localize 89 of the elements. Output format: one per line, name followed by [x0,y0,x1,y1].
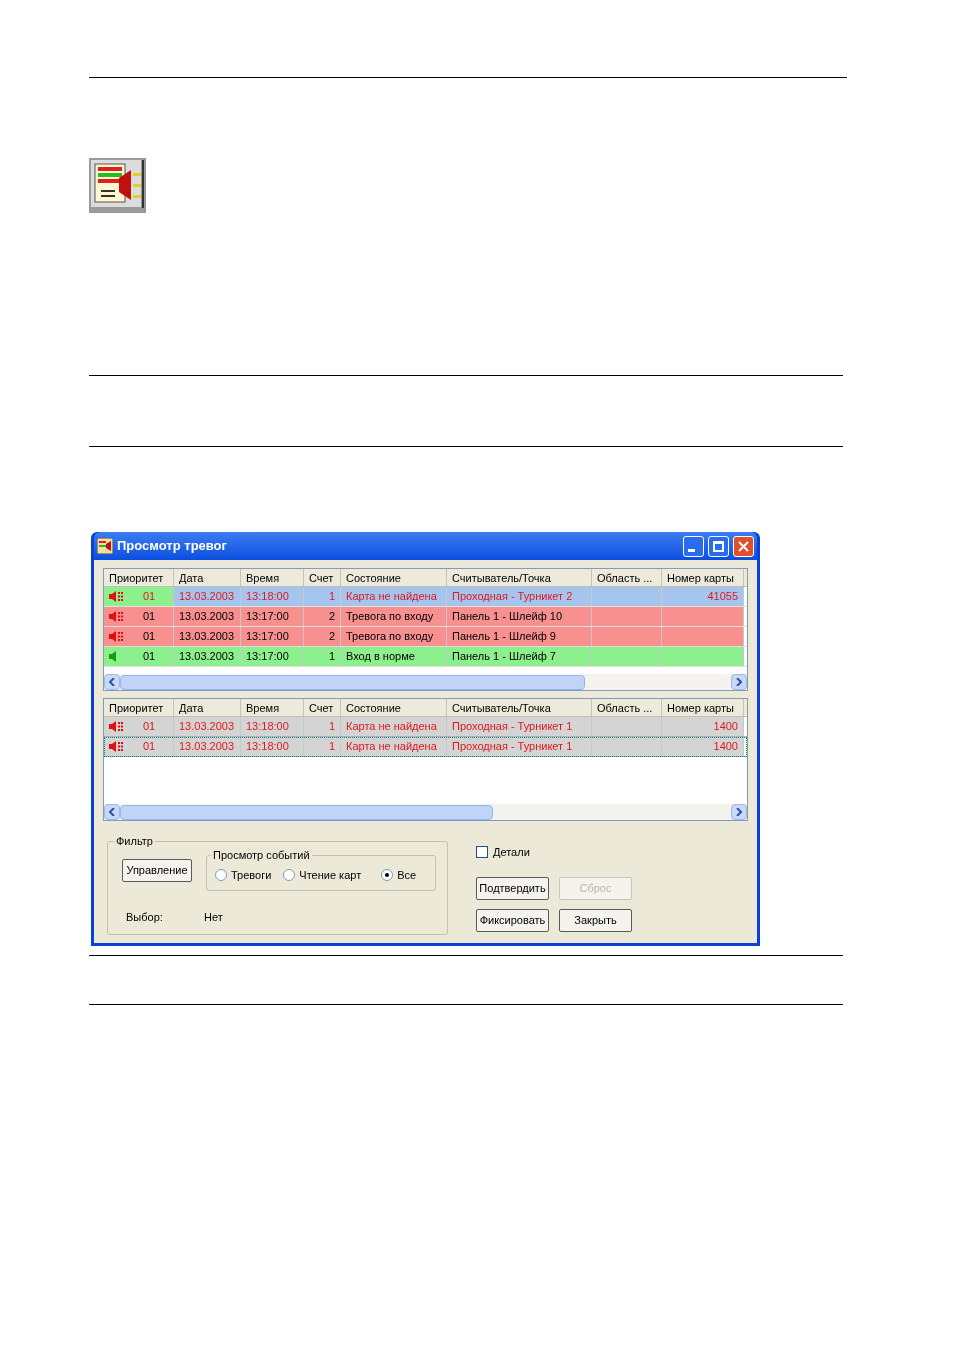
table-cell-text: 01 [143,649,156,665]
table-cell-text: Тревога по входу [346,609,434,625]
table-cell-text: 1400 [713,739,738,755]
table-cell-text: Карта не найдена [346,719,437,735]
column-header[interactable]: Область ... [592,569,662,586]
table-row[interactable]: 01 13.03.2003 13:17:00 2 Тревога по входу Панель 1 - Шлейф 9 [104,627,747,647]
scroll-left-icon[interactable] [104,674,120,690]
table-cell-text: 1 [328,589,335,605]
table-cell-text: 13.03.2003 [179,649,235,665]
column-header[interactable]: Номер карты [662,699,744,716]
dialog-button[interactable]: Закрыть [559,908,632,932]
checkbox[interactable] [476,846,488,859]
column-header[interactable]: Счет [304,699,341,716]
table-cell-text: Карта не найдена [346,739,437,755]
table-cell-text: 13.03.2003 [179,609,235,625]
group-title: Фильтр [114,834,155,848]
column-header[interactable]: Состояние [341,699,447,716]
table-cell-text: Панель 1 - Шлейф 10 [452,609,563,625]
choice-value: Нет [204,910,223,925]
group-title: Просмотр событий [211,848,312,862]
column-header[interactable]: Время [241,699,304,716]
table-cell-text: 01 [143,609,156,625]
dialog-button[interactable]: Подтвердить [476,876,549,900]
table-cell-text: 1 [328,649,335,665]
column-header[interactable]: Время [241,569,304,586]
table-cell-text: 13:17:00 [246,609,289,625]
table-cell-text: Проходная - Турникет 1 [452,739,573,755]
table-cell-text: 1 [328,739,335,755]
scroll-left-icon[interactable] [104,804,120,820]
minimize-button[interactable] [683,535,704,557]
close-icon [738,540,749,552]
table-cell-text: 2 [328,629,335,645]
column-header[interactable]: Состояние [341,569,447,586]
radio-button[interactable] [283,869,296,881]
table-cell-text: 13:18:00 [246,589,289,605]
column-header[interactable]: Счет [304,569,341,586]
table-cell-text: 01 [143,589,156,605]
radio-button[interactable] [381,869,394,881]
table-cell-text: Вход в норме [346,649,415,665]
table-cell-text: 01 [143,719,156,735]
column-header[interactable]: Номер карты [662,569,744,586]
column-header[interactable]: Считыватель/Точка [447,699,592,716]
table-cell-text: Тревога по входу [346,629,434,645]
table-cell-text: 13:17:00 [246,649,289,665]
dialog-button[interactable]: Фиксировать [476,908,549,932]
table-cell-text: 13:18:00 [246,719,289,735]
column-header[interactable]: Область ... [592,699,662,716]
horizontal-scrollbar[interactable] [104,804,747,820]
table-row[interactable]: 01 13.03.2003 13:17:00 2 Тревога по входу Панель 1 - Шлейф 10 [104,607,747,627]
table-cell-text: Карта не найдена [346,589,437,605]
alarm-viewer-icon [89,158,146,213]
table-cell-text: 1 [328,719,335,735]
table-cell-text: 41055 [707,589,738,605]
window-title: Просмотр тревог [117,537,228,556]
maximize-button[interactable] [708,535,729,557]
table-cell-text: 13.03.2003 [179,589,235,605]
manage-button[interactable]: Управление [122,859,192,882]
table-cell-text: 13.03.2003 [179,629,235,645]
radio-label[interactable]: Все [397,866,417,884]
table-cell-text: 2 [328,609,335,625]
scroll-right-icon[interactable] [731,674,747,690]
table-cell-text: Панель 1 - Шлейф 9 [452,629,556,645]
table-cell-text: 13.03.2003 [179,739,235,755]
table-cell-text: 01 [143,739,156,755]
choice-label: Выбор: [126,910,163,925]
radio-label[interactable]: Тревоги [231,866,272,884]
scroll-thumb[interactable] [120,804,493,820]
table-cell-text: Проходная - Турникет 2 [452,589,573,605]
scroll-thumb[interactable] [120,674,585,690]
scroll-right-icon[interactable] [731,804,747,820]
radio-label[interactable]: Чтение карт [299,866,362,884]
column-header[interactable]: Дата [174,699,241,716]
column-header[interactable]: Считыватель/Точка [447,569,592,586]
radio-button[interactable] [215,869,227,881]
column-header[interactable]: Приоритет [104,569,174,586]
horizontal-scrollbar[interactable] [104,674,747,690]
table-cell-text: 1400 [713,719,738,735]
app-icon [97,538,113,554]
column-header[interactable]: Дата [174,569,241,586]
column-header[interactable]: Приоритет [104,699,174,716]
checkbox-label[interactable]: Детали [493,844,530,861]
table-cell-text: 13:18:00 [246,739,289,755]
table-cell-text: Проходная - Турникет 1 [452,719,573,735]
table-row[interactable]: 01 13.03.2003 13:17:00 1 Вход в норме Панель 1 - Шлейф 7 [104,647,747,667]
table-cell-text: 13.03.2003 [179,719,235,735]
table-cell-text: 13:17:00 [246,629,289,645]
table-cell-text: Панель 1 - Шлейф 7 [452,649,556,665]
close-button[interactable] [733,535,754,557]
table-cell-text: 01 [143,629,156,645]
